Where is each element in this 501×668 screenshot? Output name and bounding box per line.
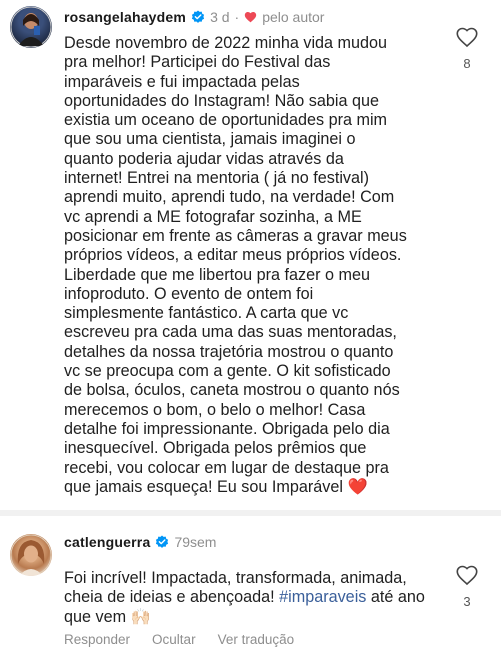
- username[interactable]: catlenguerra: [64, 534, 150, 550]
- comment-header: catlenguerra 79sem: [64, 534, 216, 550]
- avatar-image: [10, 534, 52, 576]
- comment-rosangelahaydem: rosangelahaydem 3 d · pelo autor Desde n…: [0, 0, 501, 512]
- verified-badge-icon: [156, 535, 169, 548]
- comment-catlenguerra: catlenguerra 79sem Foi incrível! Impacta…: [0, 514, 501, 668]
- comment-actions: Responder Ocultar Ver tradução: [64, 632, 294, 647]
- heart-filled-icon: [245, 12, 257, 23]
- avatar[interactable]: [10, 6, 52, 48]
- liked-by-author-label: pelo autor: [262, 9, 325, 25]
- comment-text: Foi incrível! Impactada, transformada, a…: [64, 569, 444, 627]
- see-translation-button[interactable]: Ver tradução: [218, 632, 295, 647]
- hide-button[interactable]: Ocultar: [152, 632, 196, 647]
- heart-outline-icon[interactable]: [455, 564, 479, 586]
- hashtag-link[interactable]: #imparaveis: [279, 588, 366, 606]
- comment-header: rosangelahaydem 3 d · pelo autor: [64, 9, 324, 25]
- avatar[interactable]: [10, 534, 52, 576]
- avatar-image: [10, 6, 52, 48]
- like-column: 8: [452, 26, 482, 71]
- comment-text: Desde novembro de 2022 minha vida mudou …: [64, 34, 407, 496]
- verified-badge-icon: [191, 10, 205, 23]
- comment-time: 3 d: [210, 9, 230, 25]
- like-count: 8: [463, 56, 471, 71]
- username[interactable]: rosangelahaydem: [64, 9, 186, 25]
- like-column: 3: [452, 564, 482, 609]
- like-count: 3: [463, 594, 471, 609]
- heart-outline-icon[interactable]: [455, 26, 479, 48]
- separator-dot: ·: [234, 9, 240, 25]
- comment-time: 79sem: [174, 534, 217, 550]
- reply-button[interactable]: Responder: [64, 632, 130, 647]
